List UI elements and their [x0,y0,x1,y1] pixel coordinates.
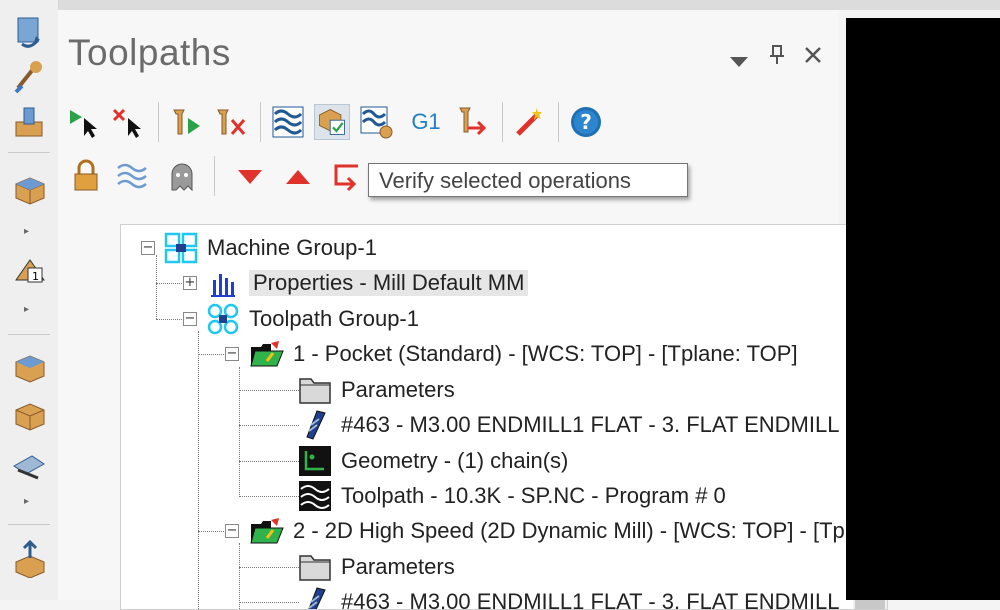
geometry-chain-icon [297,444,333,478]
toggle-posting-ghost-icon[interactable] [164,158,200,194]
svg-text:?: ? [580,110,592,134]
parameters-folder-icon [297,373,333,407]
section-view-icon[interactable] [10,446,48,484]
export-stl-icon[interactable] [10,539,48,579]
tree-row-operation-1[interactable]: 1 - Pocket (Standard) - [WCS: TOP] - [Tp… [249,337,798,371]
stock-compare-icon[interactable] [10,396,48,434]
measure-icon[interactable]: 1 [10,250,48,288]
tree-row-label: 1 - Pocket (Standard) - [WCS: TOP] - [Tp… [293,341,798,366]
pin-icon[interactable] [768,44,786,72]
tree-row-properties[interactable]: Properties - Mill Default MM [205,266,529,300]
expand-arrow-icon[interactable]: ▸ [24,304,29,315]
backplot-icon[interactable] [270,104,306,140]
tree-row-label: Parameters [341,377,455,402]
svg-text:1: 1 [32,270,39,283]
tree-row-parameters[interactable]: Parameters [297,550,455,584]
verify-selected-button[interactable] [314,104,350,140]
lock-icon[interactable] [68,158,104,194]
left-separator [8,334,50,335]
tree-line [239,602,299,603]
tree-line [239,567,299,568]
left-separator [8,524,50,525]
tree-row-label: Machine Group-1 [207,235,377,260]
tree-line [198,331,199,609]
toolbar-separator [558,102,559,142]
toolbar-separator [214,156,215,196]
collapse-toggle[interactable]: − [141,241,155,255]
tree-row-label: Toolpath - 10.3K - SP.NC - Program # 0 [341,483,726,508]
tree-row-label: Properties - Mill Default MM [249,270,529,296]
tree-row-label: Parameters [341,554,455,579]
left-toolbar: ▸ 1 ▸ ▸ [0,0,59,600]
simulate-icon[interactable] [358,104,394,140]
tree-row-label: 2 - 2D High Speed (2D Dynamic Mill) - [W… [293,518,888,543]
left-separator [8,152,50,153]
toolpath-refresh-icon[interactable] [10,14,48,52]
graphics-viewport[interactable] [846,18,1000,600]
toolpaths-panel: Toolpaths G1 ? − Machine Group-1 + Prope… [58,10,888,610]
tree-row-label: Toolpath Group-1 [249,306,419,331]
toolbar-separator [502,102,503,142]
expand-toggle[interactable]: + [183,276,197,290]
collapse-toggle[interactable]: − [225,524,239,538]
tree-row-machine-group[interactable]: Machine Group-1 [163,231,377,265]
g1-label: G1 [411,109,441,134]
high-feed-icon[interactable] [454,104,490,140]
tree-line [239,425,299,426]
operation-folder-icon [249,514,285,548]
tree-row-label: #463 - M3.00 ENDMILL1 FLAT - 3. FLAT END… [341,412,840,437]
select-all-operations-icon[interactable] [66,104,102,140]
toolbar-separator [260,102,261,142]
tree-row-toolpath[interactable]: Toolpath - 10.3K - SP.NC - Program # 0 [297,479,726,513]
move-down-icon[interactable] [232,158,268,194]
panel-title: Toolpaths [68,32,231,73]
insert-arrow-icon[interactable] [330,158,366,194]
tree-row-tool[interactable]: #463 - M3.00 ENDMILL1 FLAT - 3. FLAT END… [297,585,839,609]
parameters-folder-icon [297,550,333,584]
stock-model-icon[interactable] [10,348,48,386]
top-strip [0,0,1000,10]
toolpath-waves-icon [297,479,333,513]
help-icon[interactable]: ? [568,104,604,140]
operation-folder-icon [249,337,285,371]
operations-tree: − Machine Group-1 + Properties - Mill De… [120,224,888,610]
toolpath-group-icon [205,302,241,336]
tree-line [239,461,299,462]
tree-line [239,390,299,391]
panel-menu-dropdown-icon[interactable] [728,48,750,74]
tree-row-operation-2[interactable]: 2 - 2D High Speed (2D Dynamic Mill) - [W… [249,514,888,548]
toggle-display-icon[interactable] [114,158,150,194]
close-icon[interactable] [802,44,824,72]
toolbar-separator [158,102,159,142]
tree-row-tool[interactable]: #463 - M3.00 ENDMILL1 FLAT - 3. FLAT END… [297,408,839,442]
select-dirty-operations-icon[interactable] [110,104,146,140]
endmill-tool-icon [297,408,333,442]
expand-arrow-icon[interactable]: ▸ [24,226,29,237]
tree-line [239,367,240,497]
collapse-toggle[interactable]: − [225,347,239,361]
tool-icon[interactable] [10,58,48,96]
tree-row-geometry[interactable]: Geometry - (1) chain(s) [297,444,568,478]
delete-toolpaths-wand-icon[interactable] [512,104,548,140]
stock-icon[interactable] [10,102,48,140]
post-selected-g1-button[interactable]: G1 [408,104,444,140]
endmill-tool-icon [297,585,333,609]
regenerate-selected-icon[interactable] [168,104,204,140]
expand-arrow-icon[interactable]: ▸ [24,496,29,507]
tree-line [156,255,157,319]
tree-row-toolpath-group[interactable]: Toolpath Group-1 [205,302,419,336]
regenerate-dirty-icon[interactable] [212,104,248,140]
move-up-icon[interactable] [280,158,316,194]
collapse-toggle[interactable]: − [183,312,197,326]
tree-row-parameters[interactable]: Parameters [297,373,455,407]
tree-line [239,496,299,497]
tree-row-label: Geometry - (1) chain(s) [341,448,569,473]
solid-box-icon[interactable] [10,170,48,208]
machine-group-icon [163,231,199,265]
verify-tooltip: Verify selected operations [368,163,688,197]
properties-bars-icon [205,266,241,300]
